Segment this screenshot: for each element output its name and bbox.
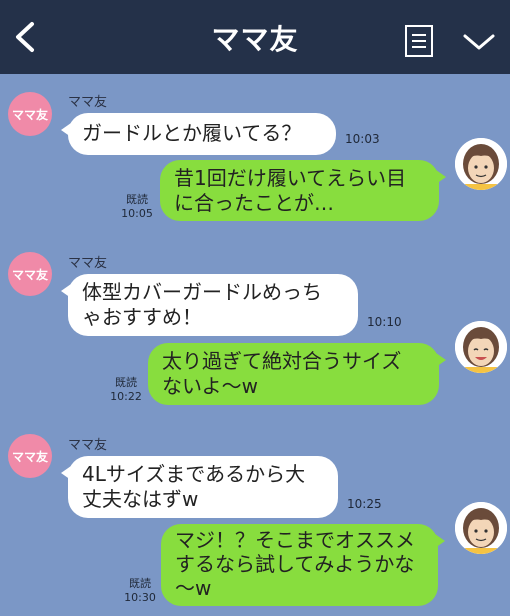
- message-time: 10:10: [367, 315, 402, 329]
- message-bubble-incoming[interactable]: 体型カバーガードルめっち ゃおすすめ！: [61, 274, 358, 336]
- sender-name: ママ友: [68, 256, 108, 271]
- user-avatar[interactable]: [455, 502, 507, 554]
- contact-avatar[interactable]: ママ友: [8, 92, 52, 136]
- message-bubble-outgoing[interactable]: マジ！？そこまでオススメ するなら試してみようかな 〜w: [161, 524, 445, 606]
- contact-avatar[interactable]: ママ友: [8, 434, 52, 478]
- chevron-down-icon[interactable]: [462, 32, 496, 52]
- user-avatar[interactable]: [455, 138, 507, 190]
- read-receipt: 既読 10:22: [110, 376, 142, 403]
- woman-face-icon: [455, 502, 507, 554]
- woman-face-icon: [455, 321, 507, 373]
- message-time: 10:03: [345, 132, 380, 146]
- message-bubble-outgoing[interactable]: 太り過ぎて絶対合うサイズ ないよ〜w: [148, 343, 446, 405]
- chat-header: ママ友: [0, 0, 510, 74]
- message-bubble-outgoing[interactable]: 昔1回だけ履いてえらい目 に合ったことが…: [160, 160, 446, 221]
- read-receipt: 既読 10:30: [124, 577, 156, 604]
- user-avatar[interactable]: [455, 321, 507, 373]
- message-time: 10:25: [347, 497, 382, 511]
- read-receipt: 既読 10:05: [121, 193, 153, 220]
- menu-icon[interactable]: [404, 24, 434, 58]
- message-bubble-incoming[interactable]: 4Lサイズまであるから大 丈夫なはずw: [61, 456, 338, 518]
- sender-name: ママ友: [68, 438, 108, 453]
- woman-face-icon: [455, 138, 507, 190]
- contact-avatar[interactable]: ママ友: [8, 252, 52, 296]
- sender-name: ママ友: [68, 95, 108, 110]
- message-bubble-incoming[interactable]: ガードルとか履いてる？: [61, 113, 336, 155]
